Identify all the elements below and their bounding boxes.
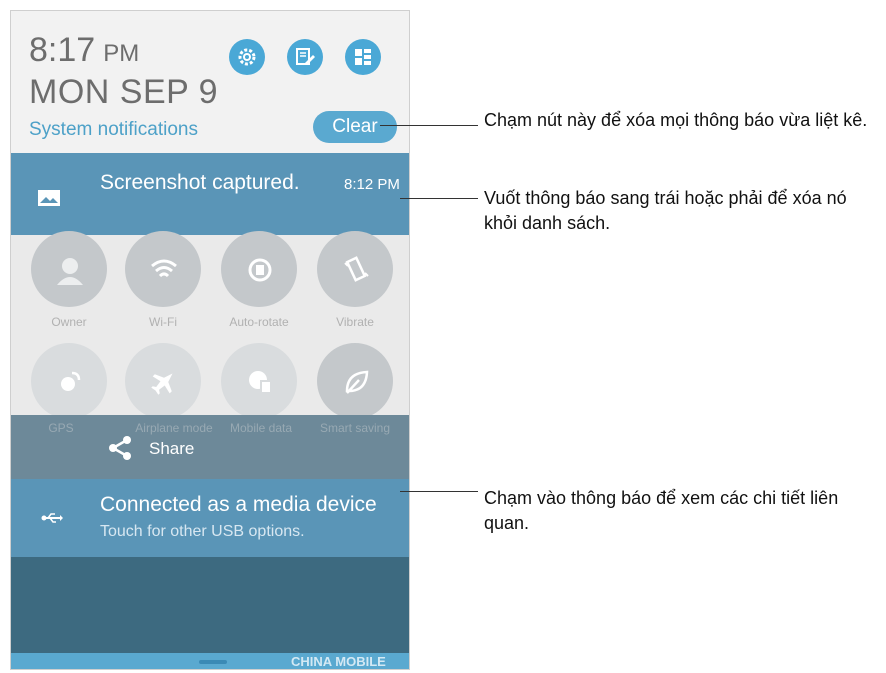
system-notifications-label: System notifications (29, 119, 198, 140)
tile-auto-rotate[interactable] (221, 231, 297, 307)
tile-gps[interactable] (31, 343, 107, 419)
callout-line (400, 491, 478, 492)
notification-panel: 8:17 PM MON SEP 9 System notifications C… (10, 10, 410, 670)
usb-icon (41, 513, 63, 523)
drag-handle[interactable] (199, 660, 227, 664)
tile-owner[interactable] (31, 231, 107, 307)
grid-icon (355, 49, 371, 65)
notification-subtitle: Touch for other USB options. (100, 523, 305, 540)
clock-ampm: PM (103, 40, 140, 67)
callout-clear: Chạm nút này để xóa mọi thông báo vừa li… (484, 110, 868, 130)
tile-label: Vibrate (336, 315, 374, 329)
tile-airplane[interactable] (125, 343, 201, 419)
tile-label: Auto-rotate (229, 315, 289, 329)
rotate-icon (248, 258, 272, 282)
tile-vibrate[interactable] (317, 231, 393, 307)
share-bar[interactable]: GPS Airplane mode Mobile data Smart savi… (11, 415, 409, 479)
notification-time: 8:12 PM (344, 176, 400, 193)
notification-title: Connected as a media device (100, 493, 377, 516)
share-icon (109, 436, 131, 460)
settings-button[interactable] (229, 39, 265, 75)
clear-button[interactable]: Clear (313, 111, 397, 143)
tile-label: Owner (51, 315, 87, 329)
airplane-icon (151, 373, 173, 395)
panel-header: 8:17 PM MON SEP 9 System notifications C… (11, 11, 409, 153)
vibrate-icon (344, 256, 369, 282)
leaf-icon (345, 370, 369, 394)
tile-label: GPS (48, 421, 74, 435)
tile-label: Wi-Fi (149, 315, 177, 329)
clock-time: 8:17 (29, 31, 96, 69)
date: MON SEP 9 (29, 73, 219, 111)
callout-line (400, 198, 478, 199)
avatar-icon (57, 258, 83, 285)
status-bar-bottom: CHINA MOBILE (11, 653, 409, 669)
share-label: Share (149, 439, 195, 458)
tile-label: Mobile data (229, 421, 293, 435)
edit-button[interactable] (287, 39, 323, 75)
gear-icon (238, 48, 256, 66)
wifi-icon (151, 259, 177, 278)
callout-line (380, 125, 478, 126)
tile-label: Smart saving (319, 421, 391, 435)
gps-icon (61, 371, 81, 391)
callout-swipe: Vuốt thông báo sang trái hoặc phải để xó… (484, 188, 847, 233)
tile-mobile-data[interactable] (221, 343, 297, 419)
callout-touch: Chạm vào thông báo để xem các chi tiết l… (484, 488, 839, 533)
tile-smart-saving[interactable] (317, 343, 393, 419)
screenshot-notification[interactable]: Screenshot captured. 8:12 PM (11, 153, 409, 235)
clock: 8:17 PM (29, 31, 139, 70)
tile-wifi[interactable] (125, 231, 201, 307)
quick-settings-button[interactable] (345, 39, 381, 75)
quick-settings-grid: Owner Wi-Fi Auto-rotate Vibrate (11, 231, 409, 419)
empty-area (11, 557, 409, 653)
notification-title: Screenshot captured. (100, 171, 300, 194)
edit-icon (296, 48, 315, 65)
usb-notification[interactable]: Connected as a media device Touch for ot… (11, 479, 409, 557)
mobile-data-icon (249, 371, 272, 394)
carrier-label: CHINA MOBILE (291, 654, 386, 669)
image-icon (38, 190, 60, 206)
